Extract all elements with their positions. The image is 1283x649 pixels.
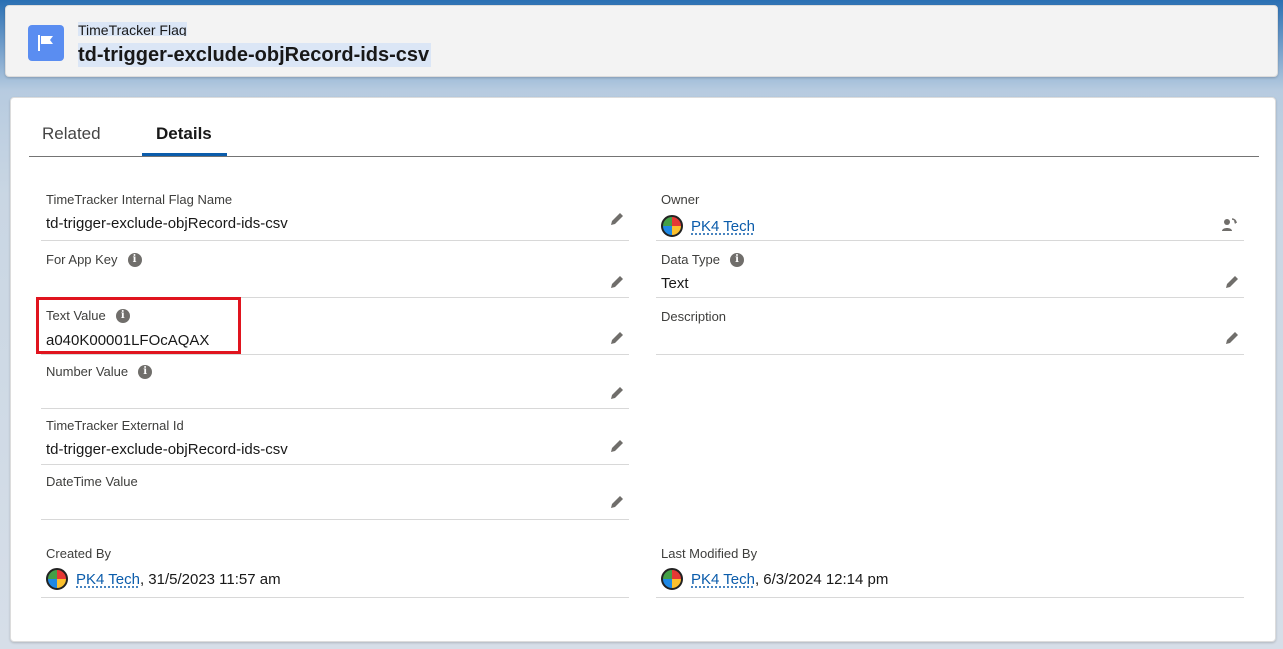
field-label: For App Key — [46, 252, 118, 267]
field-description: Description — [656, 298, 1244, 355]
record-header: TimeTracker Flag td-trigger-exclude-objR… — [5, 5, 1278, 77]
avatar — [46, 568, 68, 590]
field-label: TimeTracker Internal Flag Name — [46, 192, 233, 207]
field-number-value: Number Value i — [41, 355, 629, 409]
info-icon[interactable]: i — [127, 252, 142, 267]
field-label-row: For App Key i — [46, 252, 142, 267]
owner-link[interactable]: PK4 Tech — [691, 218, 755, 235]
field-created-by: Created By PK4 Tech , 31/5/2023 11:57 am — [41, 537, 629, 598]
record-title: td-trigger-exclude-objRecord-ids-csv — [78, 43, 432, 67]
field-value: td-trigger-exclude-objRecord-ids-csv — [46, 215, 288, 232]
field-external-id: TimeTracker External Id td-trigger-exclu… — [41, 409, 629, 465]
tab-bar: Related Details — [29, 98, 1259, 157]
field-label: Owner — [661, 192, 700, 207]
field-label: DateTime Value — [46, 474, 138, 489]
object-label: TimeTracker Flag — [78, 22, 187, 36]
field-datetime-value: DateTime Value — [41, 465, 629, 520]
field-internal-flag-name: TimeTracker Internal Flag Name td-trigge… — [41, 183, 629, 241]
pencil-icon[interactable] — [609, 494, 625, 510]
details-card: Related Details TimeTracker Internal Fla… — [10, 97, 1276, 642]
flag-icon — [28, 25, 64, 61]
modified-timestamp: , 6/3/2024 12:14 pm — [754, 570, 889, 588]
pencil-icon[interactable] — [609, 438, 625, 454]
user-link[interactable]: PK4 Tech — [76, 571, 140, 588]
info-icon[interactable]: i — [730, 252, 745, 267]
change-owner-icon[interactable] — [1220, 216, 1238, 234]
pencil-icon[interactable] — [1224, 274, 1240, 290]
pencil-icon[interactable] — [609, 211, 625, 227]
created-timestamp: , 31/5/2023 11:57 am — [139, 570, 281, 588]
field-for-app-key: For App Key i — [41, 241, 629, 298]
pencil-icon[interactable] — [609, 385, 625, 401]
field-data-type: Data Type i Text — [656, 241, 1244, 298]
annotation-highlight-box — [36, 297, 241, 354]
field-label: Data Type — [661, 252, 721, 267]
field-label: Created By — [46, 546, 112, 561]
field-value-row: PK4 Tech — [661, 215, 755, 237]
field-label: TimeTracker External Id — [46, 418, 184, 433]
pencil-icon[interactable] — [1224, 330, 1240, 346]
avatar — [661, 215, 683, 237]
avatar — [661, 568, 683, 590]
field-value-row: PK4 Tech , 6/3/2024 12:14 pm — [661, 568, 888, 590]
field-value-row: PK4 Tech , 31/5/2023 11:57 am — [46, 568, 281, 590]
pencil-icon[interactable] — [609, 274, 625, 290]
pencil-icon[interactable] — [609, 330, 625, 346]
info-icon[interactable]: i — [138, 364, 153, 379]
field-value: Text — [661, 275, 689, 292]
user-link[interactable]: PK4 Tech — [691, 571, 755, 588]
field-value: td-trigger-exclude-objRecord-ids-csv — [46, 441, 288, 458]
tab-related[interactable]: Related — [42, 124, 101, 144]
active-tab-indicator — [142, 153, 227, 156]
field-label: Description — [661, 309, 727, 324]
tab-details[interactable]: Details — [156, 124, 212, 144]
field-label: Last Modified By — [661, 546, 758, 561]
field-owner: Owner PK4 Tech — [656, 183, 1244, 241]
field-label-row: Number Value i — [46, 364, 153, 379]
field-last-modified-by: Last Modified By PK4 Tech , 6/3/2024 12:… — [656, 537, 1244, 598]
field-label: Number Value — [46, 364, 129, 379]
field-label-row: Data Type i — [661, 252, 745, 267]
